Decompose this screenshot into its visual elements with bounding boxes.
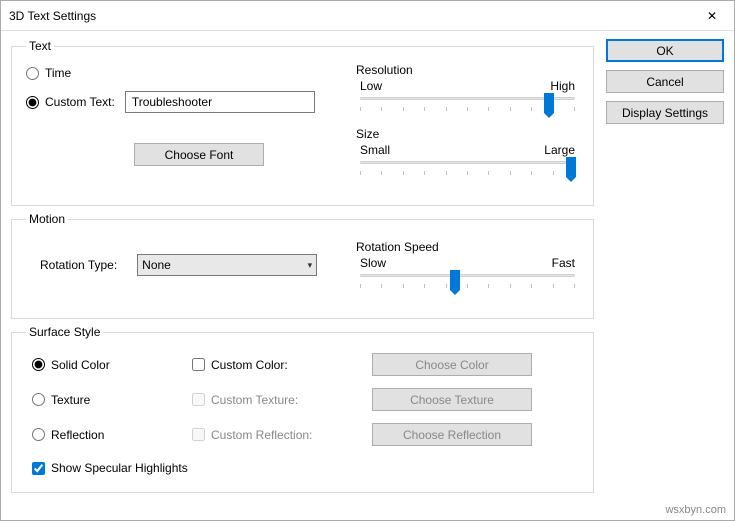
resolution-high-label: High: [550, 79, 575, 93]
reflection-label: Reflection: [51, 428, 104, 442]
rotation-speed-slider-block: Rotation Speed Slow Fast: [356, 240, 579, 296]
solid-color-label: Solid Color: [51, 358, 110, 372]
size-large-label: Large: [544, 143, 575, 157]
rotation-type-select[interactable]: None ▾: [137, 254, 317, 276]
choose-reflection-button: Choose Reflection: [372, 423, 532, 446]
custom-text-radio[interactable]: Custom Text:: [26, 92, 115, 112]
specular-check-input[interactable]: [32, 462, 45, 475]
custom-text-radio-input[interactable]: [26, 96, 39, 109]
rotation-speed-slider[interactable]: [360, 272, 575, 296]
text-legend: Text: [26, 39, 54, 53]
close-icon: ✕: [707, 9, 717, 23]
custom-color-check[interactable]: Custom Color:: [192, 355, 372, 375]
display-settings-button[interactable]: Display Settings: [606, 101, 724, 124]
choose-color-button: Choose Color: [372, 353, 532, 376]
resolution-low-label: Low: [360, 79, 382, 93]
time-radio-label: Time: [45, 66, 71, 80]
texture-radio-input[interactable]: [32, 393, 45, 406]
custom-reflection-check-input: [192, 428, 205, 441]
custom-texture-label: Custom Texture:: [211, 393, 298, 407]
size-small-label: Small: [360, 143, 390, 157]
time-radio[interactable]: Time: [26, 63, 346, 83]
reflection-radio-input[interactable]: [32, 428, 45, 441]
chevron-down-icon: ▾: [308, 260, 313, 271]
reflection-radio[interactable]: Reflection: [32, 425, 192, 445]
texture-label: Texture: [51, 393, 90, 407]
rotation-type-value: None: [142, 258, 171, 272]
window-title: 3D Text Settings: [9, 9, 690, 23]
solid-color-radio-input[interactable]: [32, 358, 45, 371]
ok-button[interactable]: OK: [606, 39, 724, 62]
choose-font-button[interactable]: Choose Font: [134, 143, 264, 166]
rotation-type-label: Rotation Type:: [40, 258, 117, 272]
cancel-button[interactable]: Cancel: [606, 70, 724, 93]
motion-legend: Motion: [26, 212, 68, 226]
motion-group: Motion Rotation Type: None ▾ Rotation Sp…: [11, 212, 594, 319]
watermark: wsxbyn.com: [665, 504, 726, 516]
rotation-speed-slow-label: Slow: [360, 256, 386, 270]
surface-legend: Surface Style: [26, 325, 103, 339]
surface-group: Surface Style Solid Color Custom Color: …: [11, 325, 594, 493]
resolution-label: Resolution: [356, 63, 579, 77]
time-radio-input[interactable]: [26, 67, 39, 80]
size-slider[interactable]: [360, 159, 575, 183]
close-button[interactable]: ✕: [690, 1, 734, 30]
solid-color-radio[interactable]: Solid Color: [32, 355, 192, 375]
size-label: Size: [356, 127, 579, 141]
title-bar: 3D Text Settings ✕: [1, 1, 734, 31]
specular-label: Show Specular Highlights: [51, 461, 188, 475]
resolution-slider[interactable]: [360, 95, 575, 119]
text-group: Text Time Custom Text: Choose Font: [11, 39, 594, 206]
custom-texture-check-input: [192, 393, 205, 406]
custom-text-input[interactable]: [125, 91, 315, 113]
custom-reflection-label: Custom Reflection:: [211, 428, 312, 442]
size-slider-block: Size Small Large: [356, 127, 579, 183]
rotation-speed-fast-label: Fast: [552, 256, 575, 270]
custom-color-check-input[interactable]: [192, 358, 205, 371]
texture-radio[interactable]: Texture: [32, 390, 192, 410]
resolution-slider-block: Resolution Low High: [356, 63, 579, 119]
custom-reflection-check: Custom Reflection:: [192, 425, 372, 445]
rotation-speed-label: Rotation Speed: [356, 240, 579, 254]
choose-texture-button: Choose Texture: [372, 388, 532, 411]
specular-check[interactable]: Show Specular Highlights: [32, 458, 552, 478]
custom-text-radio-label: Custom Text:: [45, 95, 115, 109]
custom-texture-check: Custom Texture:: [192, 390, 372, 410]
custom-color-label: Custom Color:: [211, 358, 288, 372]
